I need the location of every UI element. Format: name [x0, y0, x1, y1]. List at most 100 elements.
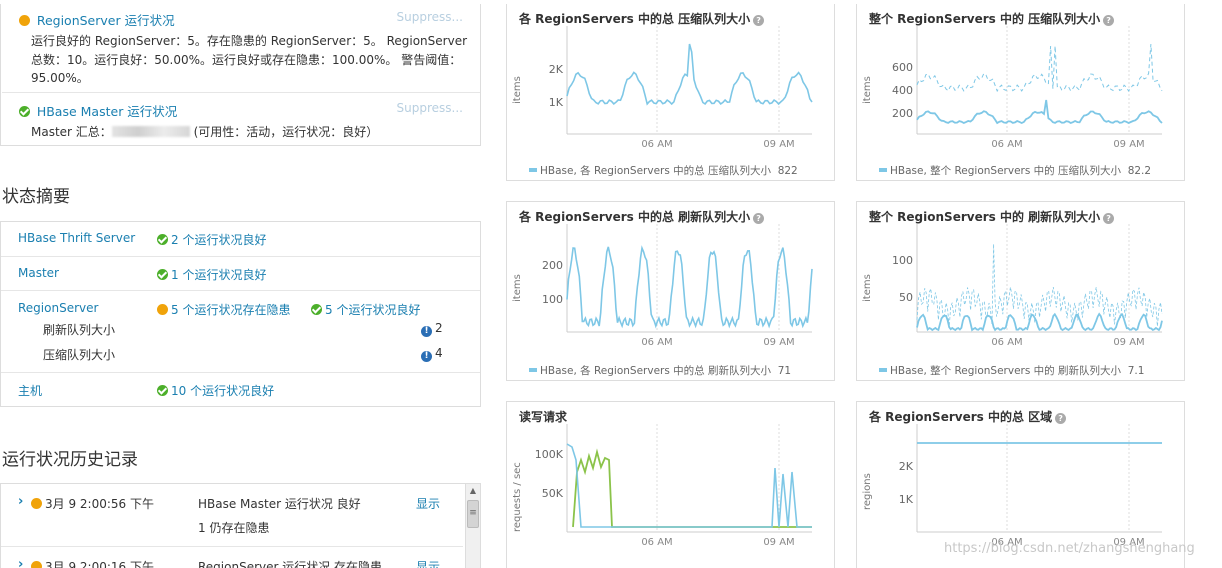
y-tick-label: 400: [892, 84, 913, 97]
status-summary-title: 状态摘要: [2, 187, 70, 207]
health-history-list: › 3月 9 2:00:56 下午 HBase Master 运行状况 良好 1…: [0, 483, 481, 568]
legend-value: 822: [777, 165, 798, 177]
master-summary-suffix: (可用性：活动，运行状况：良好）: [189, 125, 379, 139]
chart-plot[interactable]: 06 AM 09 AM 200 100: [507, 202, 836, 357]
x-tick-label: 09 AM: [763, 139, 794, 150]
legend-text: HBase, 整个 RegionServers 中的 压缩队列大小: [890, 165, 1121, 177]
summary-row-hosts: 主机 10 个运行状况良好: [1, 372, 480, 406]
x-tick-label: 06 AM: [641, 139, 672, 150]
good-status-icon: [157, 269, 168, 280]
regionserver-health-description: 运行良好的 RegionServer：5。存在隐患的 RegionServer：…: [31, 34, 468, 85]
hbase-master-health-test: HBase Master 运行状况 Suppress... Master 汇总：…: [19, 101, 469, 140]
legend-text: HBase, 整个 RegionServers 中的 刷新队列大小: [890, 365, 1121, 377]
summary-status[interactable]: 10 个运行状况良好: [157, 382, 274, 399]
good-count-link[interactable]: 1 个运行状况良好: [171, 268, 266, 282]
series-line: [916, 99, 1163, 125]
expand-chevron-icon[interactable]: ›: [18, 557, 23, 568]
max-series-line: [916, 243, 1163, 327]
scroll-up-arrow-icon[interactable]: ▲: [466, 484, 480, 498]
chart-plot[interactable]: 06 AM 09 AM 600 400 200: [857, 4, 1186, 159]
x-tick-label: 09 AM: [763, 337, 794, 348]
chart-legend: HBase, 整个 RegionServers 中的 压缩队列大小 82.2: [879, 163, 1151, 178]
expand-chevron-icon[interactable]: ›: [18, 494, 23, 509]
good-count-link[interactable]: 5 个运行状况良好: [325, 303, 420, 317]
show-link[interactable]: 显示: [416, 558, 440, 568]
history-row: › 3月 9 2:00:16 下午 RegionServer 运行状况 存在隐患…: [1, 547, 463, 568]
legend-swatch: [879, 168, 887, 172]
summary-service-master[interactable]: Master: [18, 266, 59, 280]
y-tick-label: 1K: [549, 96, 564, 109]
series-line: [566, 245, 813, 329]
summary-status[interactable]: 2 个运行状况良好: [157, 231, 266, 248]
legend-text: HBase, 各 RegionServers 中的总 刷新队列大小: [540, 365, 771, 377]
x-tick-label: 09 AM: [763, 537, 794, 548]
suppress-link[interactable]: Suppress...: [397, 101, 463, 115]
history-scrollbar[interactable]: ▲ ≡: [465, 484, 480, 568]
y-tick-label: 2K: [549, 63, 564, 76]
alert-icon: !: [421, 351, 432, 362]
legend-value: 71: [777, 365, 792, 377]
history-event: HBase Master 运行状况 良好: [198, 497, 361, 511]
x-tick-label: 06 AM: [641, 337, 672, 348]
chart-plot[interactable]: 06 AM 09 AM 100K 50K: [507, 402, 836, 557]
watermark: https://blog.csdn.net/zhangshenghang: [944, 541, 1195, 556]
warning-status-icon: [31, 498, 42, 509]
flush-queue-label: 刷新队列大小: [43, 323, 116, 337]
summary-service-regionserver[interactable]: RegionServer: [18, 301, 98, 315]
summary-row-master: Master 1 个运行状况良好: [1, 256, 480, 290]
warn-count-link[interactable]: 5 个运行状况存在隐患: [171, 303, 290, 317]
series-line: [566, 43, 813, 106]
good-status-icon: [311, 304, 322, 315]
good-status-icon: [157, 234, 168, 245]
series-line-read: [566, 443, 812, 528]
y-tick-label: 600: [892, 61, 913, 74]
good-count-link[interactable]: 10 个运行状况良好: [171, 384, 274, 398]
history-detail: 1 仍存在隐患: [198, 521, 270, 535]
summary-row-thrift: HBase Thrift Server 2 个运行状况良好: [1, 222, 480, 256]
legend-swatch: [879, 368, 887, 372]
compaction-queue-count[interactable]: ! 4: [421, 346, 443, 362]
chart-plot[interactable]: 06 AM 09 AM 100 50: [857, 202, 1186, 357]
chart-plot[interactable]: 06 AM 09 AM 2K 1K: [507, 4, 836, 159]
x-tick-label: 06 AM: [991, 337, 1022, 348]
history-time-text: 3月 9 2:00:56 下午: [45, 497, 154, 511]
y-tick-label: 200: [542, 259, 563, 272]
chart-compaction-total: 各 RegionServers 中的总 压缩队列大小? items 06 AM 0…: [506, 4, 835, 181]
legend-value: 82.2: [1127, 165, 1152, 177]
max-series-line: [916, 43, 1163, 93]
x-tick-label: 09 AM: [1113, 139, 1144, 150]
y-tick-label: 1K: [899, 493, 914, 506]
summary-status-warn[interactable]: 5 个运行状况存在隐患: [157, 301, 290, 318]
legend-swatch: [529, 168, 537, 172]
summary-service-hosts[interactable]: 主机: [18, 382, 42, 399]
regionserver-health-link[interactable]: RegionServer 运行状况: [37, 13, 175, 28]
y-tick-label: 100K: [535, 448, 564, 461]
flush-queue-count[interactable]: ! 2: [421, 321, 443, 337]
chart-plot[interactable]: 06 AM 09 AM2K1K: [857, 402, 1186, 557]
summary-status-good[interactable]: 5 个运行状况良好: [311, 301, 420, 318]
flush-count-value: 2: [435, 321, 443, 335]
master-summary-prefix: Master 汇总：: [31, 125, 112, 139]
y-tick-label: 50: [899, 291, 913, 304]
y-tick-label: 100: [892, 254, 913, 267]
summary-service-thrift[interactable]: HBase Thrift Server: [18, 231, 135, 245]
suppress-link[interactable]: Suppress...: [397, 10, 463, 24]
hbase-master-summary: Master 汇总： (可用性：活动，运行状况：良好）: [31, 123, 469, 140]
chart-flush-per-server: 整个 RegionServers 中的 刷新队列大小? items 06 AM 0…: [856, 201, 1185, 381]
chart-legend: HBase, 各 RegionServers 中的总 刷新队列大小 71: [529, 363, 791, 378]
blurred-hostname: [111, 126, 190, 137]
compaction-queue-label: 压缩队列大小: [43, 348, 116, 362]
legend-value: 7.1: [1127, 365, 1145, 377]
summary-status[interactable]: 1 个运行状况良好: [157, 266, 266, 283]
hbase-master-health-link[interactable]: HBase Master 运行状况: [37, 104, 177, 119]
history-event: RegionServer 运行状况 存在隐患: [198, 560, 383, 568]
y-tick-label: 100: [542, 293, 563, 306]
status-summary-table: HBase Thrift Server 2 个运行状况良好 Master 1 个…: [0, 221, 481, 407]
scroll-thumb[interactable]: ≡: [467, 500, 479, 528]
history-row: › 3月 9 2:00:56 下午 HBase Master 运行状况 良好 1…: [1, 484, 463, 547]
show-link[interactable]: 显示: [416, 495, 440, 512]
summary-row-regionserver: RegionServer 5 个运行状况存在隐患 5 个运行状况良好 刷新队列大…: [1, 290, 480, 372]
y-tick-label: 200: [892, 107, 913, 120]
chart-compaction-per-server: 整个 RegionServers 中的 压缩队列大小? items 06 AM 0…: [856, 4, 1185, 181]
good-count-link[interactable]: 2 个运行状况良好: [171, 233, 266, 247]
